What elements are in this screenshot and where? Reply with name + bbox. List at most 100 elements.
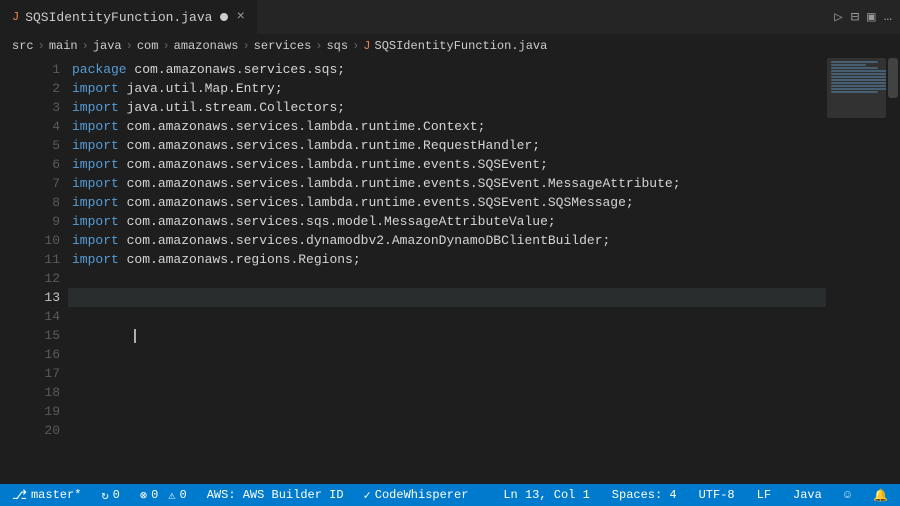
code-line-2: import java.util.Map.Entry; (68, 79, 826, 98)
code-line-3: import java.util.stream.Collectors; (68, 98, 826, 117)
glyph-margin (0, 58, 20, 484)
bell-button[interactable]: 🔔 (869, 484, 892, 506)
line-num-17: 17 (20, 364, 60, 383)
scrollbar-thumb[interactable] (888, 58, 898, 98)
git-branch-icon: ⎇ (12, 488, 27, 503)
breadcrumb-file-icon: J (363, 39, 370, 53)
line-ending-label: LF (757, 488, 771, 502)
feedback-icon: ☺ (844, 488, 851, 502)
line-num-4: 4 (20, 117, 60, 136)
encoding[interactable]: UTF-8 (695, 484, 739, 506)
code-line-18 (68, 383, 826, 402)
line-num-20: 20 (20, 421, 60, 440)
tab-bar: J SQSIdentityFunction.java × ▷ ⊟ ▣ … (0, 0, 900, 35)
line-num-8: 8 (20, 193, 60, 212)
git-branch[interactable]: ⎇ master* (8, 484, 85, 506)
code-line-12 (68, 269, 826, 288)
warning-icon: ⚠ (168, 488, 175, 503)
cursor-position[interactable]: Ln 13, Col 1 (499, 484, 593, 506)
minimap-slider[interactable] (827, 58, 886, 118)
line-num-16: 16 (20, 345, 60, 364)
aws-profile[interactable]: AWS: AWS Builder ID (203, 484, 348, 506)
code-line-7: import com.amazonaws.services.lambda.run… (68, 174, 826, 193)
language-mode[interactable]: Java (789, 484, 826, 506)
sync-icon: ↻ (101, 488, 108, 503)
layout-icon[interactable]: ▣ (867, 9, 875, 26)
more-icon[interactable]: … (884, 9, 892, 25)
code-line-10: import com.amazonaws.services.dynamodbv2… (68, 231, 826, 250)
vertical-scrollbar[interactable] (886, 58, 900, 484)
aws-label: AWS: AWS Builder ID (207, 488, 344, 502)
editor-inner: 1 2 3 4 5 6 7 8 9 10 11 12 13 14 15 16 1… (0, 58, 900, 484)
code-line-9: import com.amazonaws.services.sqs.model.… (68, 212, 826, 231)
code-line-17 (68, 364, 826, 383)
text-cursor (134, 329, 136, 343)
line-num-7: 7 (20, 174, 60, 193)
minimap-content (827, 58, 886, 484)
line-num-2: 2 (20, 79, 60, 98)
feedback-button[interactable]: ☺ (840, 484, 855, 506)
warning-count: 0 (180, 488, 187, 502)
code-line-4: import com.amazonaws.services.lambda.run… (68, 117, 826, 136)
line-numbers: 1 2 3 4 5 6 7 8 9 10 11 12 13 14 15 16 1… (20, 58, 68, 484)
line-num-15: 15 (20, 326, 60, 345)
breadcrumb-src[interactable]: src (12, 39, 34, 53)
line-num-11: 11 (20, 250, 60, 269)
tab-modified-dot (220, 13, 228, 21)
line-num-13: 13 (20, 288, 60, 307)
breadcrumb-amazonaws[interactable]: amazonaws (174, 39, 239, 53)
active-tab[interactable]: J SQSIdentityFunction.java × (0, 0, 258, 34)
code-line-8: import com.amazonaws.services.lambda.run… (68, 193, 826, 212)
git-branch-label: master* (31, 488, 81, 502)
status-left: ⎇ master* ↻ 0 ⊗ 0 ⚠ 0 AWS: AWS Builder I… (8, 484, 472, 506)
line-num-18: 18 (20, 383, 60, 402)
error-icon: ⊗ (140, 488, 147, 503)
codewhisperer[interactable]: ✓ CodeWhisperer (360, 484, 473, 506)
split-icon[interactable]: ⊟ (851, 9, 859, 26)
breadcrumb-services[interactable]: services (254, 39, 312, 53)
breadcrumb-sqs[interactable]: sqs (326, 39, 348, 53)
line-num-10: 10 (20, 231, 60, 250)
editor: 1 2 3 4 5 6 7 8 9 10 11 12 13 14 15 16 1… (0, 58, 900, 484)
line-num-19: 19 (20, 402, 60, 421)
code-line-5: import com.amazonaws.services.lambda.run… (68, 136, 826, 155)
breadcrumb-com[interactable]: com (137, 39, 159, 53)
spaces-label: Spaces: 4 (612, 488, 677, 502)
minimap (826, 58, 886, 484)
run-icon[interactable]: ▷ (834, 9, 842, 26)
toolbar-actions: ▷ ⊟ ▣ … (834, 9, 900, 26)
code-line-1: package com.amazonaws.services.sqs; (68, 60, 826, 79)
error-count: 0 (151, 488, 158, 502)
line-num-1: 1 (20, 60, 60, 79)
code-line-6: import com.amazonaws.services.lambda.run… (68, 155, 826, 174)
code-line-14 (68, 307, 826, 326)
indentation[interactable]: Spaces: 4 (608, 484, 681, 506)
language-label: Java (793, 488, 822, 502)
status-bar: ⎇ master* ↻ 0 ⊗ 0 ⚠ 0 AWS: AWS Builder I… (0, 484, 900, 506)
line-num-6: 6 (20, 155, 60, 174)
breadcrumb-main[interactable]: main (49, 39, 78, 53)
line-num-14: 14 (20, 307, 60, 326)
encoding-label: UTF-8 (699, 488, 735, 502)
sync-status[interactable]: ↻ 0 (97, 484, 123, 506)
errors-warnings[interactable]: ⊗ 0 ⚠ 0 (136, 484, 191, 506)
bell-icon: 🔔 (873, 488, 888, 503)
code-line-13 (68, 288, 826, 307)
code-area[interactable]: package com.amazonaws.services.sqs; impo… (68, 58, 826, 484)
status-right: Ln 13, Col 1 Spaces: 4 UTF-8 LF Java ☺ 🔔 (499, 484, 892, 506)
line-num-9: 9 (20, 212, 60, 231)
line-num-5: 5 (20, 136, 60, 155)
sync-count: 0 (113, 488, 120, 502)
tab-language-icon: J (12, 10, 19, 24)
code-line-16 (68, 345, 826, 364)
cursor-pos-label: Ln 13, Col 1 (503, 488, 589, 502)
breadcrumb-java[interactable]: java (93, 39, 122, 53)
code-line-11: import com.amazonaws.regions.Regions; (68, 250, 826, 269)
tab-filename: SQSIdentityFunction.java (25, 10, 212, 25)
breadcrumb-filename[interactable]: SQSIdentityFunction.java (375, 39, 548, 53)
code-line-19 (68, 402, 826, 421)
line-num-12: 12 (20, 269, 60, 288)
line-ending[interactable]: LF (753, 484, 775, 506)
tab-close-button[interactable]: × (236, 9, 244, 25)
breadcrumb: src › main › java › com › amazonaws › se… (0, 35, 900, 58)
